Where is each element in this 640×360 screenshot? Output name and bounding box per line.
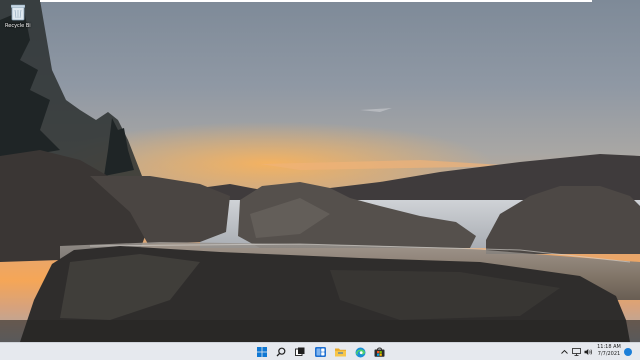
store-button[interactable] <box>373 346 385 358</box>
network-button[interactable] <box>571 346 581 358</box>
desktop-icon-label: Recycle Bi <box>5 23 31 29</box>
volume-icon <box>584 349 592 355</box>
taskbar: 11:18 AM 7/7/2021 <box>0 342 640 360</box>
clock-date: 7/7/2021 <box>597 351 621 357</box>
widgets-icon <box>314 347 326 357</box>
desktop-wallpaper: Recycle Bi <box>0 0 640 342</box>
file-explorer-button[interactable] <box>334 346 346 358</box>
volume-button[interactable] <box>583 346 593 358</box>
start-button[interactable] <box>256 346 268 358</box>
show-hidden-icons-button[interactable] <box>560 346 568 358</box>
chevron-up-icon <box>560 349 568 354</box>
notification-center-button[interactable] <box>624 348 632 356</box>
wallpaper-scene <box>0 0 640 342</box>
desktop-icon-recycle-bin[interactable]: Recycle Bi <box>2 2 42 32</box>
recycle-bin-icon <box>11 4 25 21</box>
folder-icon <box>334 348 346 357</box>
top-white-strip <box>40 0 592 2</box>
widgets-button[interactable] <box>314 346 326 358</box>
task-view-icon <box>295 347 305 356</box>
edge-browser-icon <box>355 347 365 357</box>
store-icon <box>374 347 384 357</box>
clock-time: 11:18 AM <box>597 344 621 350</box>
taskbar-clock[interactable]: 11:18 AM 7/7/2021 <box>596 344 622 360</box>
edge-button[interactable] <box>354 346 366 358</box>
windows-logo-icon <box>257 347 267 357</box>
task-view-button[interactable] <box>294 346 306 358</box>
network-icon <box>571 348 581 356</box>
search-icon <box>276 347 286 357</box>
search-button[interactable] <box>275 346 287 358</box>
